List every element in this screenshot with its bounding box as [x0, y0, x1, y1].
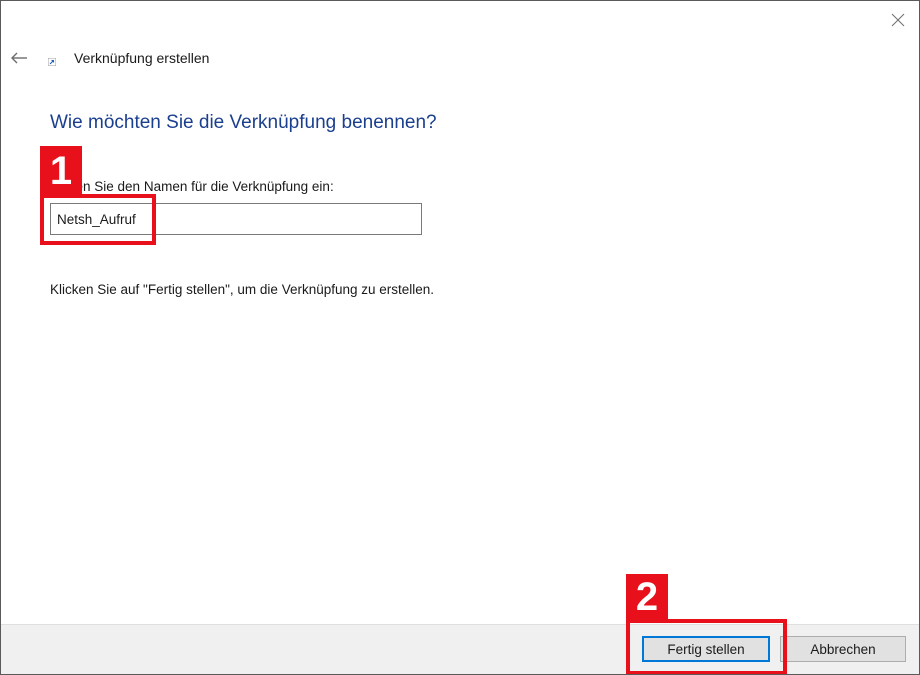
back-button[interactable] [9, 48, 29, 68]
dialog-title: Verknüpfung erstellen [74, 50, 210, 66]
page-heading: Wie möchten Sie die Verknüpfung benennen… [50, 112, 437, 133]
name-field-label: Geben Sie den Namen für die Verknüpfung … [50, 179, 334, 194]
close-icon [891, 13, 905, 27]
finish-hint-text: Klicken Sie auf "Fertig stellen", um die… [50, 282, 435, 297]
close-button[interactable] [885, 9, 911, 31]
shortcut-icon [48, 58, 56, 66]
arrow-left-icon [11, 52, 27, 64]
annotation-badge-2: 2 [626, 574, 668, 621]
create-shortcut-dialog: Verknüpfung erstellen Wie möchten Sie di… [0, 0, 920, 675]
shortcut-name-input[interactable] [50, 203, 422, 235]
cancel-button[interactable]: Abbrechen [780, 636, 906, 662]
finish-button[interactable]: Fertig stellen [642, 636, 770, 662]
